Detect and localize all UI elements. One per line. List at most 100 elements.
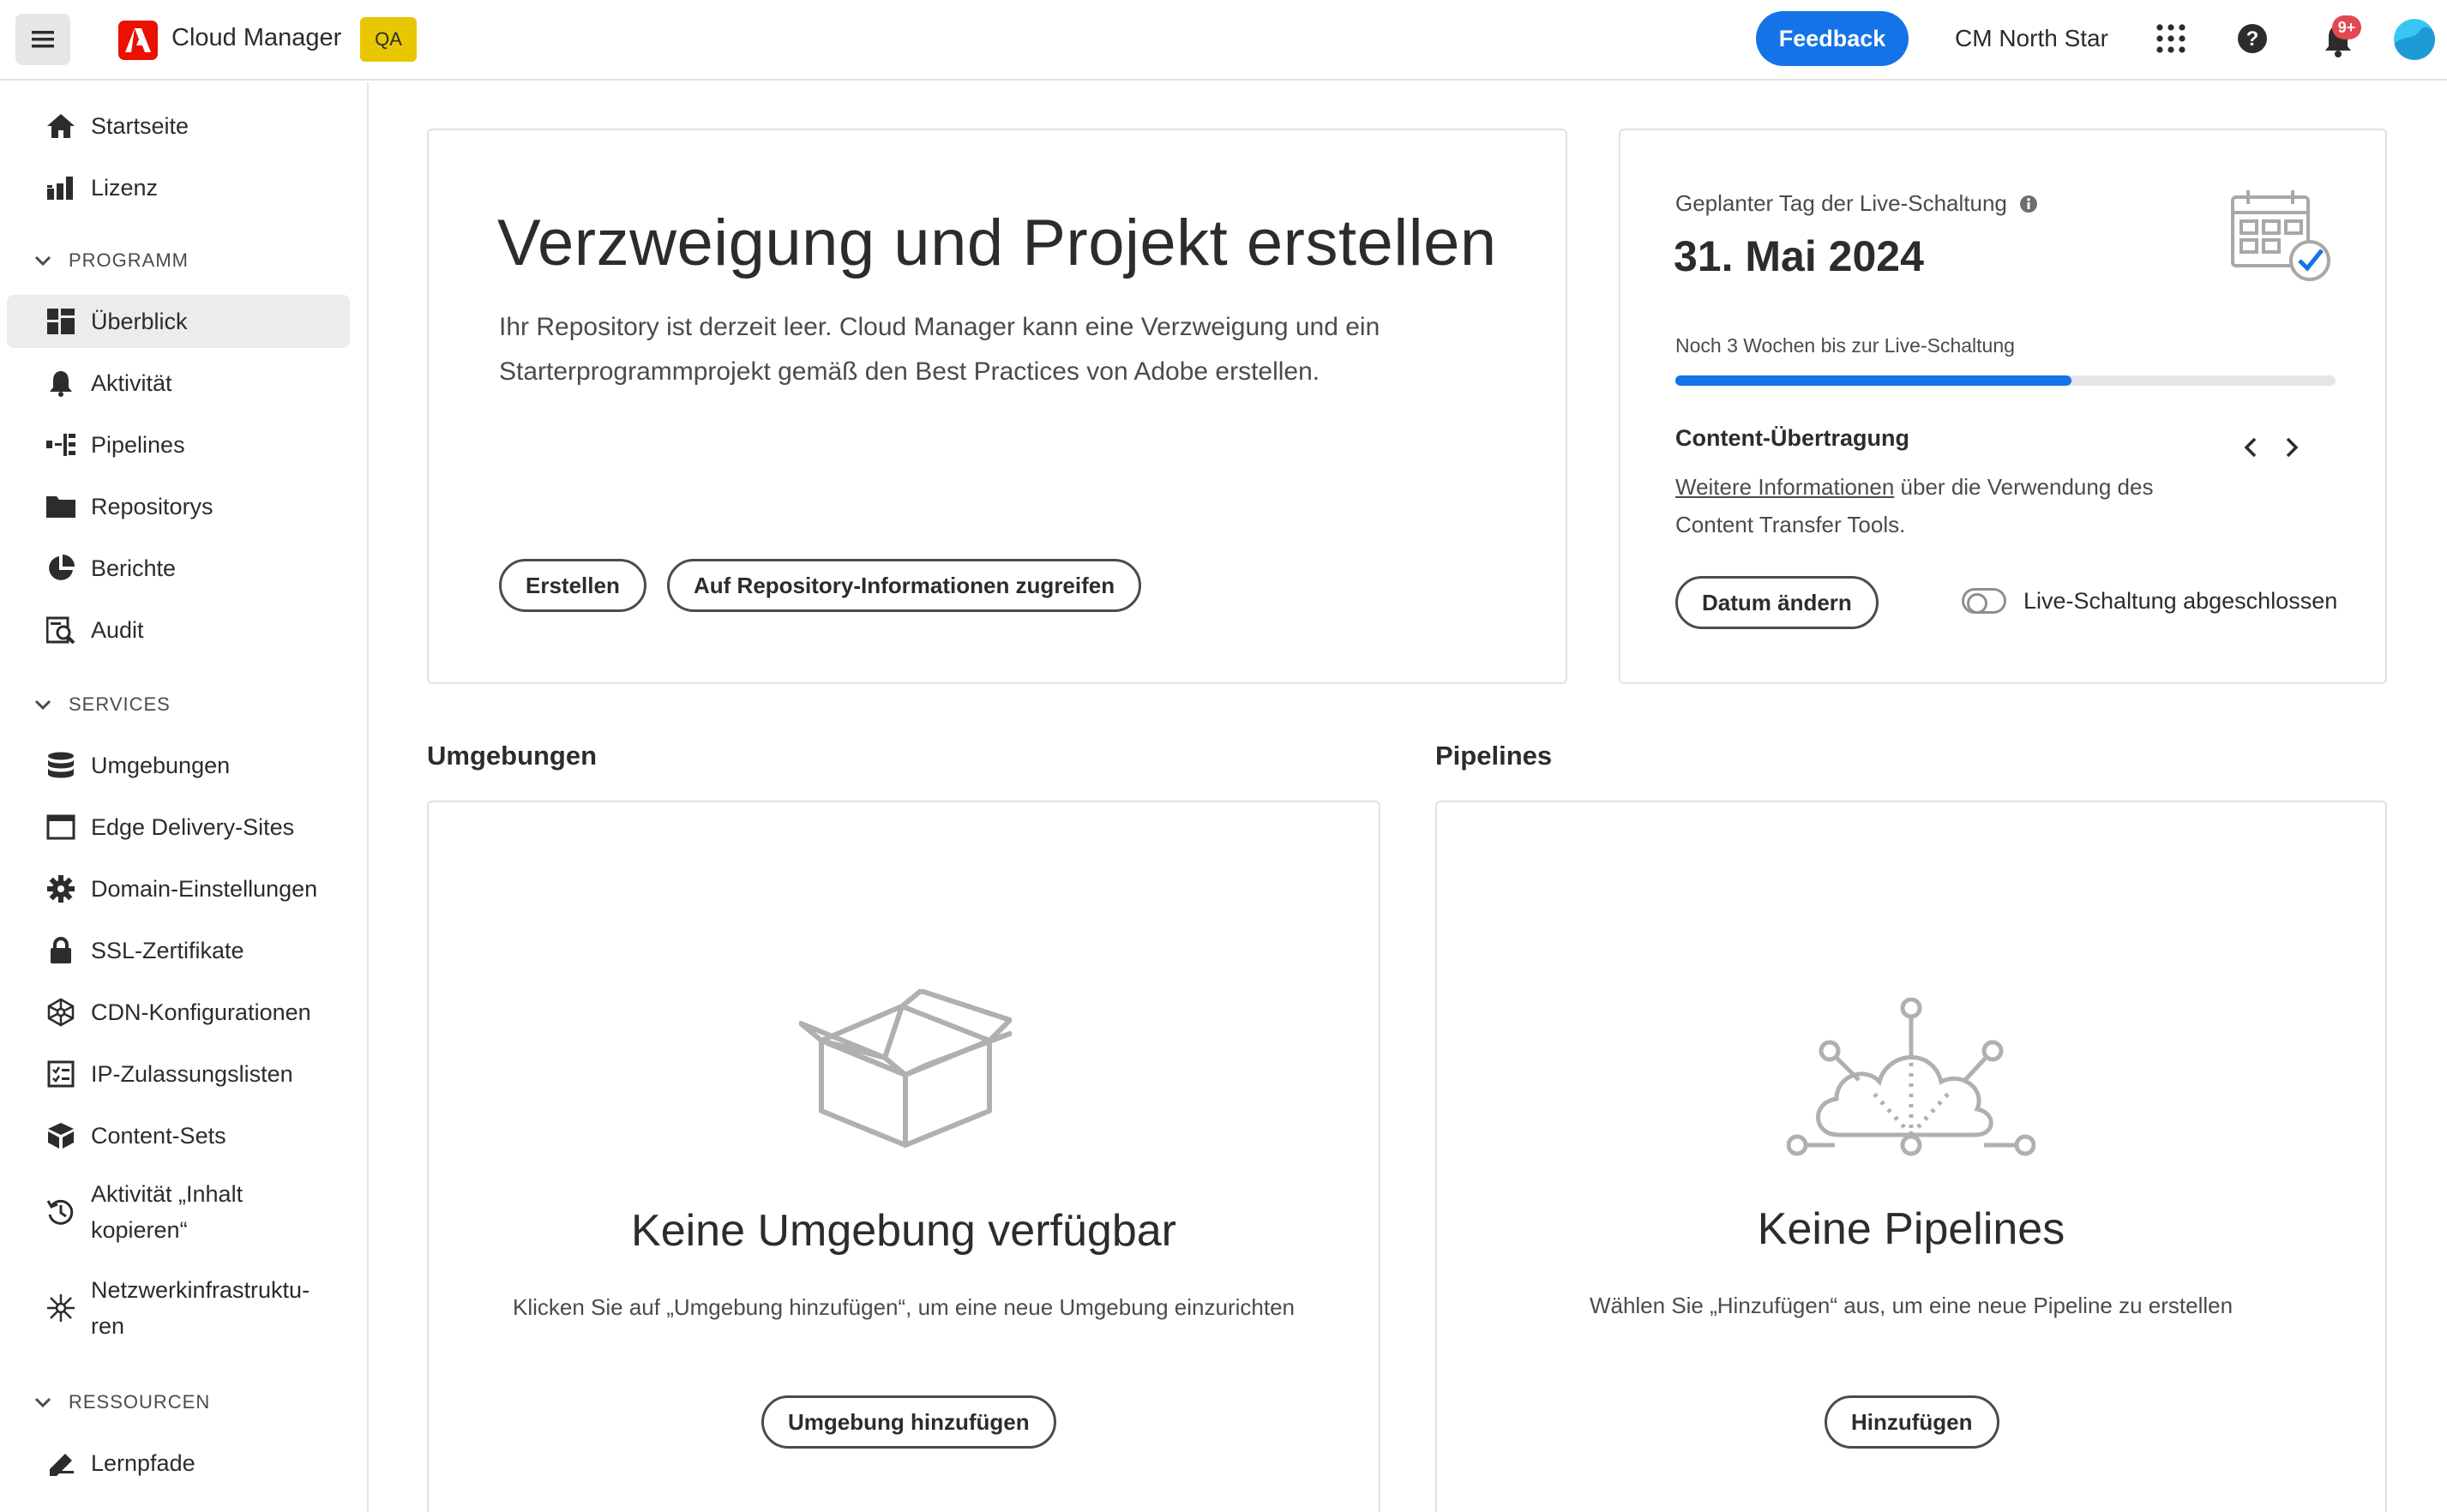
go-live-remaining: Noch 3 Wochen bis zur Live-Schaltung [1675,334,2015,357]
sidebar-item-repositorys[interactable]: Repositorys [7,480,350,533]
sidebar-item-label: Aktivität [91,370,172,396]
info-icon[interactable] [2019,195,2038,213]
svg-text:?: ? [2246,27,2259,51]
app-name[interactable]: Cloud Manager [171,24,341,52]
sidebar-item-label: Startseite [91,113,189,139]
sidebar-item-audit[interactable]: Audit [7,603,350,657]
sidebar-item-cdn-konfigurationen[interactable]: CDN-Konfigurationen [7,986,350,1039]
sidebar: Startseite Lizenz PROGRAMM Überblick Akt… [0,82,369,1512]
change-date-button[interactable]: Datum ändern [1675,576,1879,629]
sidebar-item-label: Überblick [91,309,188,334]
sidebar-item-label: CDN-Konfigurationen [91,999,311,1025]
gear-icon [45,873,77,905]
sidebar-item-label: IP-Zulassungslisten [91,1061,293,1087]
go-live-card: Geplanter Tag der Live-Schaltung 31. Mai… [1619,129,2387,684]
go-live-complete-toggle[interactable] [1962,588,2006,614]
sidebar-item-umgebungen[interactable]: Umgebungen [7,739,350,792]
chevron-down-icon [34,255,51,267]
empty-pipeline-cloud-icon [1786,997,2036,1165]
database-icon [45,749,77,782]
sidebar-item-edge-delivery[interactable]: Edge Delivery-Sites [7,801,350,854]
sidebar-item-label: Umgebungen [91,753,231,778]
hero-title: Verzweigung und Projekt erstellen [497,207,1497,279]
feedback-button[interactable]: Feedback [1756,11,1909,66]
sidebar-item-label: Domain-Einstellungen [91,876,318,902]
go-live-date: 31. Mai 2024 [1674,232,1924,280]
bell-icon [45,367,77,399]
hamburger-menu-icon[interactable] [15,14,70,65]
sidebar-item-label: Audit [91,617,144,643]
section-header-services[interactable]: SERVICES [31,687,171,722]
lock-icon [45,934,77,967]
sidebar-item-content-sets[interactable]: Content-Sets [7,1109,350,1162]
repository-info-button[interactable]: Auf Repository-Informationen zugreifen [667,559,1142,612]
go-live-progress-fill [1675,375,2071,386]
sidebar-item-pipelines[interactable]: Pipelines [7,418,350,471]
top-bar: Cloud Manager QA Feedback CM North Star … [0,0,2447,81]
hero-description: Ihr Repository ist derzeit leer. Cloud M… [499,313,1380,386]
history-icon [45,1196,77,1228]
pipelines-empty-description: Wählen Sie „Hinzufügen“ aus, um eine neu… [1589,1293,2234,1318]
sidebar-item-label: Lizenz [91,175,159,201]
user-avatar[interactable] [2394,19,2435,60]
sidebar-item-aktivitaet[interactable]: Aktivität [7,357,350,410]
sidebar-item-label: Lernpfade [91,1450,195,1476]
environments-section-title: Umgebungen [427,741,598,771]
sidebar-item-ip-zulassungslisten[interactable]: IP-Zulassungslisten [7,1047,350,1101]
go-live-label: Geplanter Tag der Live-Schaltung [1675,190,2007,216]
chevron-down-icon [34,699,51,711]
environments-card: Keine Umgebung verfügbar Klicken Sie auf… [427,801,1380,1512]
content-transfer-title: Content-Übertragung [1675,425,1909,451]
browser-window-icon [45,811,77,843]
sidebar-item-berichte[interactable]: Berichte [7,542,350,595]
add-environment-button[interactable]: Umgebung hinzufügen [761,1395,1056,1449]
sidebar-item-label: SSL-Zertifikate [91,938,244,963]
chevron-right-icon[interactable] [2277,434,2305,461]
network-star-icon [45,1292,77,1324]
create-button[interactable]: Erstellen [499,559,646,612]
sidebar-item-label: Berichte [91,555,177,581]
sidebar-item-label: Netzwerkinfrastruktu-ren [91,1277,310,1339]
license-icon [45,171,77,204]
sidebar-item-label: Repositorys [91,494,213,519]
learn-more-link[interactable]: Weitere Informationen [1675,474,1894,500]
section-header-programm[interactable]: PROGRAMM [31,243,189,278]
sidebar-item-label: Pipelines [91,432,185,458]
sidebar-item-label: Edge Delivery-Sites [91,814,295,840]
sidebar-item-lernpfade[interactable]: Lernpfade [7,1437,350,1490]
sidebar-item-ssl-zertifikate[interactable]: SSL-Zertifikate [7,924,350,977]
sidebar-item-startseite[interactable]: Startseite [7,99,350,153]
go-live-label-row: Geplanter Tag der Live-Schaltung [1675,190,2038,217]
sidebar-item-label: Content-Sets [91,1123,226,1149]
go-live-complete-label: Live-Schaltung abgeschlossen [2023,588,2338,614]
help-icon[interactable]: ? [2237,23,2268,54]
sidebar-item-ueberblick[interactable]: Überblick [7,295,350,348]
environment-badge: QA [360,17,417,62]
sidebar-item-lizenz[interactable]: Lizenz [7,161,350,214]
network-hex-icon [45,996,77,1029]
calendar-check-icon [2229,189,2336,285]
environments-empty-description: Klicken Sie auf „Umgebung hinzufügen“, u… [512,1294,1295,1320]
sidebar-item-domain-einstellungen[interactable]: Domain-Einstellungen [7,862,350,915]
app-switcher-grid-icon[interactable] [2155,23,2186,54]
pipeline-icon [45,429,77,461]
chevron-down-icon [34,1397,51,1408]
add-pipeline-button[interactable]: Hinzufügen [1825,1395,1999,1449]
section-title: PROGRAMM [69,249,189,271]
checklist-icon [45,1058,77,1090]
sidebar-item-netzwerkinfrastrukturen[interactable]: Netzwerkinfrastruktu-ren [7,1267,350,1349]
go-live-progress-bar [1675,375,2336,386]
section-title: SERVICES [69,693,171,715]
adobe-logo-icon[interactable] [118,21,158,60]
pipelines-section-title: Pipelines [1435,741,1553,771]
boxes-icon [45,1119,77,1152]
section-header-ressourcen[interactable]: RESSOURCEN [31,1385,210,1419]
sidebar-item-inhalt-kopieren[interactable]: Aktivität „Inhalt kopieren“ [7,1171,350,1253]
reports-pie-icon [45,552,77,585]
audit-icon [45,614,77,646]
pipelines-empty-title: Keine Pipelines [1757,1204,2065,1254]
org-switcher[interactable]: CM North Star [1955,25,2108,52]
pipelines-card: Keine Pipelines Wählen Sie „Hinzufügen“ … [1435,801,2387,1512]
chevron-left-icon[interactable] [2238,434,2265,461]
empty-box-icon [798,988,1013,1153]
